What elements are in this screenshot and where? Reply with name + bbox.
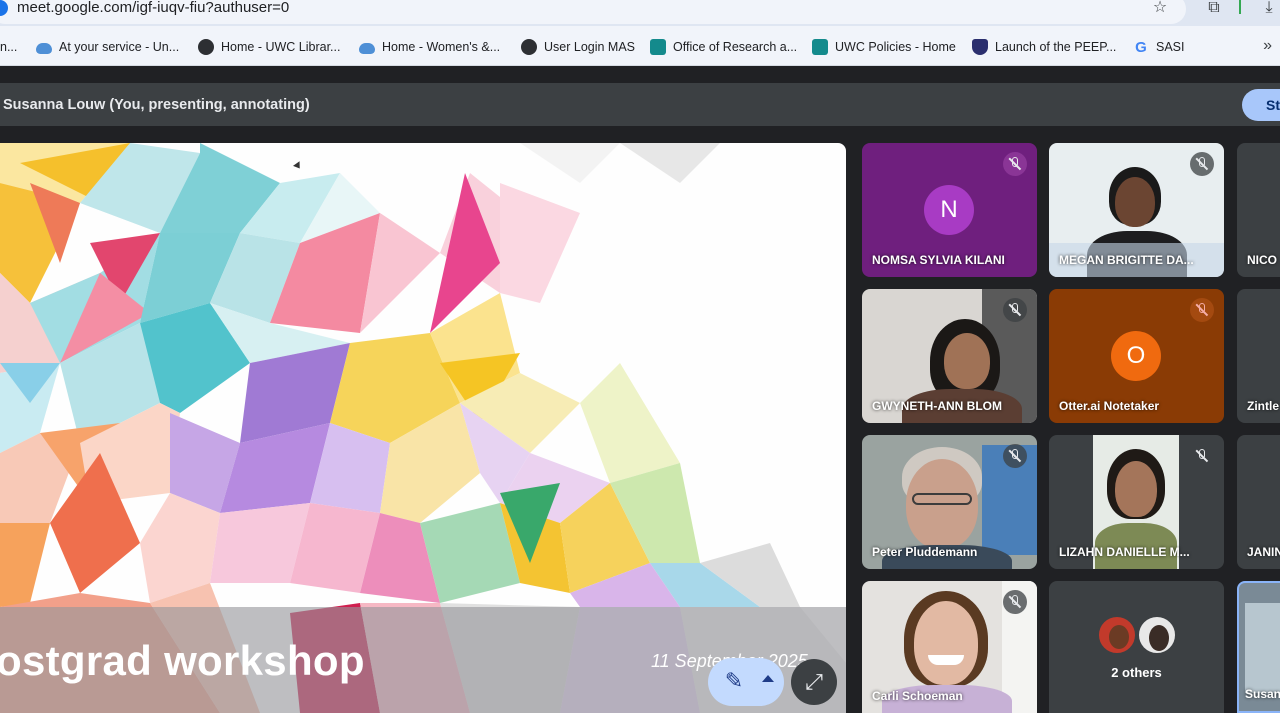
- participant-name: Zintle: [1247, 399, 1279, 413]
- globe-icon: [521, 39, 537, 55]
- cloud-icon: [359, 42, 375, 54]
- bookmark-label: At your service - Un...: [59, 40, 180, 54]
- shield-icon: [972, 39, 988, 55]
- bookmark-label: Home - Women's &...: [382, 40, 501, 54]
- globe-icon: [198, 39, 214, 55]
- bookmark-label: Home - UWC Librar...: [221, 40, 341, 54]
- shared-slide: ostgrad workshop 11 September 2025: [0, 143, 846, 713]
- participant-name: GWYNETH-ANN BLOM: [872, 399, 1002, 413]
- participant-tile[interactable]: NICO: [1237, 143, 1280, 277]
- bookmark-item[interactable]: User Login MAS: [521, 38, 635, 56]
- mic-off-icon: [1190, 444, 1214, 468]
- bookmark-label: Office of Research a...: [673, 40, 798, 54]
- participant-tile[interactable]: Carli Schoeman: [862, 581, 1037, 713]
- mic-off-icon: [1003, 444, 1027, 468]
- participant-name: Carli Schoeman: [872, 689, 963, 703]
- stop-presenting-label: St: [1266, 97, 1280, 113]
- caret-up-icon: [762, 675, 774, 682]
- avatar: [1137, 615, 1177, 655]
- profile-indicator: [1239, 0, 1241, 14]
- sharepoint-icon: [650, 39, 666, 55]
- bookmark-item[interactable]: At your service - Un...: [36, 38, 179, 56]
- avatar: [1097, 615, 1137, 655]
- participant-name: Otter.ai Notetaker: [1059, 399, 1160, 413]
- stop-presenting-button[interactable]: St: [1242, 89, 1280, 121]
- mic-off-icon: [1003, 590, 1027, 614]
- bookmark-item[interactable]: Home - UWC Librar...: [198, 38, 340, 56]
- presenting-bar: Susanna Louw (You, presenting, annotatin…: [0, 83, 1280, 126]
- bookmark-item[interactable]: n...: [0, 38, 17, 56]
- mic-off-icon: [1003, 152, 1027, 176]
- mic-off-icon: [1190, 298, 1214, 322]
- mic-off-icon: [1190, 152, 1214, 176]
- sharepoint-icon: [812, 39, 828, 55]
- bookmark-star-icon[interactable]: ☆: [1149, 0, 1171, 18]
- presenting-label: Susanna Louw (You, presenting, annotatin…: [3, 97, 310, 113]
- participant-tile[interactable]: O Otter.ai Notetaker: [1049, 289, 1224, 423]
- site-info-icon[interactable]: [0, 0, 8, 16]
- participant-name: LIZAHN DANIELLE M...: [1059, 545, 1190, 559]
- bookmark-label: Launch of the PEEP...: [995, 40, 1117, 54]
- participant-tile[interactable]: Susan: [1237, 581, 1280, 713]
- participant-tile[interactable]: JANIN: [1237, 435, 1280, 569]
- avatar: O: [1111, 331, 1161, 381]
- pen-icon: ✎: [724, 668, 744, 693]
- bookmark-label: UWC Policies - Home: [835, 40, 956, 54]
- bookmark-item[interactable]: Launch of the PEEP...: [972, 38, 1116, 56]
- avatar: N: [924, 185, 974, 235]
- others-count-label: 2 others: [1111, 665, 1162, 680]
- mic-off-icon: [1003, 298, 1027, 322]
- participant-tile[interactable]: Peter Pluddemann: [862, 435, 1037, 569]
- bookmark-item[interactable]: Home - Women's &...: [359, 38, 500, 56]
- participant-name: Susan: [1245, 687, 1280, 701]
- screen: meet.google.com/igf-iuqv-fiu?authuser=0 …: [0, 0, 1280, 713]
- participant-name: NOMSA SYLVIA KILANI: [872, 253, 1005, 267]
- participant-tile[interactable]: N NOMSA SYLVIA KILANI: [862, 143, 1037, 277]
- bookmark-item[interactable]: G SASI: [1133, 38, 1185, 56]
- participant-name: Peter Pluddemann: [872, 545, 978, 559]
- participant-name: NICO: [1247, 253, 1277, 267]
- participant-tile[interactable]: GWYNETH-ANN BLOM: [862, 289, 1037, 423]
- url-text[interactable]: meet.google.com/igf-iuqv-fiu?authuser=0: [17, 0, 289, 16]
- bookmark-label: SASI: [1156, 40, 1185, 54]
- participant-name: JANIN: [1247, 545, 1280, 559]
- participant-tile[interactable]: LIZAHN DANIELLE M...: [1049, 435, 1224, 569]
- address-bar[interactable]: meet.google.com/igf-iuqv-fiu?authuser=0: [0, 0, 1186, 24]
- bookmarks-bar: n... At your service - Un... Home - UWC …: [0, 26, 1280, 66]
- expand-icon: ⤢: [805, 669, 823, 694]
- extensions-icon[interactable]: ⧉: [1203, 0, 1225, 18]
- download-icon[interactable]: ⤓: [1258, 0, 1280, 18]
- slide-title: ostgrad workshop: [0, 637, 365, 684]
- more-bookmarks-icon[interactable]: »: [1263, 37, 1272, 55]
- google-icon: G: [1135, 39, 1147, 56]
- meet-top-spacer: [0, 67, 1280, 83]
- bookmark-item[interactable]: Office of Research a...: [650, 38, 797, 56]
- bookmark-label: n...: [0, 40, 18, 54]
- annotation-tools-button[interactable]: ✎: [708, 658, 784, 706]
- bookmark-label: User Login MAS: [544, 40, 636, 54]
- cloud-icon: [36, 42, 52, 54]
- fullscreen-button[interactable]: ⤢: [791, 659, 837, 705]
- browser-toolbar: meet.google.com/igf-iuqv-fiu?authuser=0 …: [0, 0, 1280, 26]
- bookmark-item[interactable]: UWC Policies - Home: [812, 38, 956, 56]
- participant-tile[interactable]: 2 others: [1049, 581, 1224, 713]
- participant-name: MEGAN BRIGITTE DA...: [1059, 253, 1194, 267]
- participant-tile[interactable]: MEGAN BRIGITTE DA...: [1049, 143, 1224, 277]
- participant-tile[interactable]: Zintle: [1237, 289, 1280, 423]
